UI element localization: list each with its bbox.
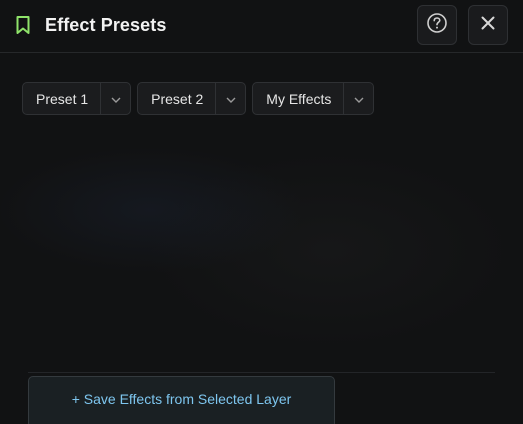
chevron-down-icon (111, 90, 121, 108)
save-effects-button[interactable]: + Save Effects from Selected Layer (28, 376, 335, 424)
bookmark-icon (14, 15, 32, 35)
help-button[interactable] (417, 5, 457, 45)
close-button[interactable] (468, 5, 508, 45)
preset-dropdown-toggle[interactable] (100, 83, 130, 114)
footer-divider (28, 372, 495, 373)
preset-dropdown-1[interactable]: Preset 1 (22, 82, 132, 115)
preset-dropdown-label[interactable]: My Effects (253, 83, 343, 114)
chevron-down-icon (354, 90, 364, 108)
preset-dropdowns: Preset 1 Preset 2 My Effects (22, 82, 375, 115)
close-icon (480, 15, 496, 36)
effect-presets-panel: Effect Presets Preset 1 Preset 2 My Effe… (0, 0, 523, 424)
chevron-down-icon (226, 90, 236, 108)
preset-dropdown-label[interactable]: Preset 2 (138, 83, 215, 114)
preset-dropdown-label[interactable]: Preset 1 (23, 83, 100, 114)
preset-dropdown-2[interactable]: Preset 2 (137, 82, 247, 115)
panel-title: Effect Presets (45, 15, 167, 35)
preset-dropdown-toggle[interactable] (343, 83, 373, 114)
panel-header: Effect Presets (0, 0, 523, 53)
help-circle-icon (426, 12, 448, 39)
preset-dropdown-toggle[interactable] (215, 83, 245, 114)
preset-dropdown-my-effects[interactable]: My Effects (252, 82, 375, 115)
